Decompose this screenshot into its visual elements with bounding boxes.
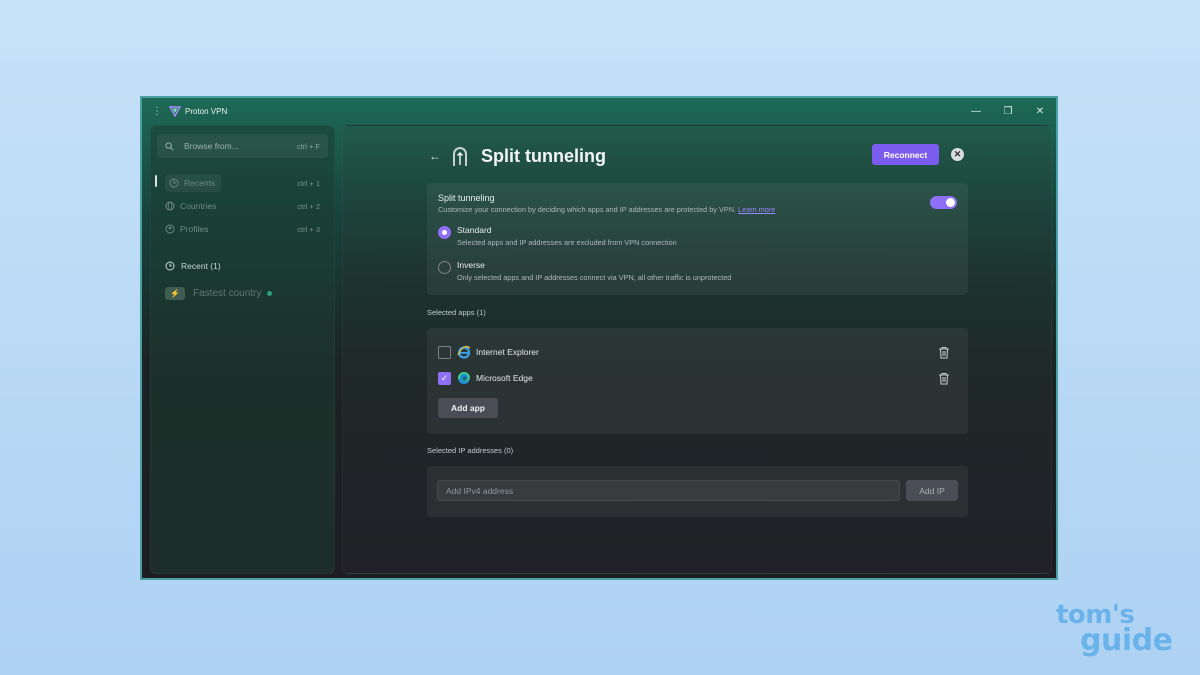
profile-icon [165, 224, 175, 234]
clock-icon [169, 178, 179, 188]
close-panel-icon[interactable]: ✕ [951, 148, 964, 161]
app-row-internet-explorer: Internet Explorer [438, 343, 958, 361]
radio-description: Only selected apps and IP addresses conn… [457, 273, 732, 282]
add-app-button[interactable]: Add app [438, 398, 498, 418]
sidebar-item-recents[interactable]: Recents ctrl + 1 [155, 172, 328, 194]
app-window: ⋮ Proton VPN — ❐ ✕ Browse from... ctrl +… [140, 96, 1058, 580]
search-placeholder: Browse from... [184, 141, 239, 151]
mode-standard[interactable]: Standard Selected apps and IP addresses … [438, 225, 677, 247]
minimize-icon[interactable]: — [960, 98, 992, 124]
history-icon [165, 261, 175, 271]
page-title: Split tunneling [481, 145, 606, 166]
selected-apps-card: Internet Explorer ✓ Microsoft Edge Add a… [427, 328, 968, 434]
description-text: Customize your connection by deciding wh… [438, 205, 736, 214]
shortcut-label: ctrl + 2 [297, 201, 320, 211]
radio-label: Standard [457, 225, 492, 235]
shortcut-label: ctrl + 3 [297, 224, 320, 234]
selected-apps-label: Selected apps (1) [427, 308, 486, 317]
add-ip-button[interactable]: Add IP [906, 480, 958, 501]
mode-inverse[interactable]: Inverse Only selected apps and IP addres… [438, 260, 731, 282]
learn-more-link[interactable]: Learn more [738, 205, 775, 214]
reconnect-button[interactable]: Reconnect [872, 144, 939, 165]
sidebar-nav: Recents ctrl + 1 Countries ctrl + 2 Prof… [151, 172, 334, 240]
restore-icon[interactable]: ❐ [992, 98, 1024, 124]
proton-logo-icon [169, 106, 181, 117]
ip-address-card: Add IP [427, 466, 968, 517]
sidebar-item-profiles[interactable]: Profiles ctrl + 3 [157, 218, 328, 240]
app-checkbox[interactable]: ✓ [438, 371, 451, 385]
sidebar: Browse from... ctrl + F Recents ctrl + 1… [150, 125, 335, 574]
inverse-radio[interactable] [438, 261, 451, 274]
recent-header-label: Recent (1) [181, 261, 221, 271]
split-tunneling-toggle[interactable] [930, 196, 957, 209]
app-row-microsoft-edge: ✓ Microsoft Edge [438, 369, 958, 387]
sidebar-item-label: Countries [180, 201, 217, 211]
fastest-country-label: Fastest country [193, 287, 262, 299]
app-checkbox[interactable] [438, 345, 451, 359]
recent-header: Recent (1) [157, 256, 328, 276]
title-bar: ⋮ Proton VPN — ❐ ✕ [142, 98, 1056, 124]
status-dot [267, 290, 273, 296]
arrow-left-icon[interactable]: ← [429, 149, 443, 163]
trash-icon[interactable] [938, 346, 950, 359]
search-input[interactable]: Browse from... ctrl + F [157, 134, 328, 158]
ip-address-input[interactable] [437, 480, 900, 501]
standard-radio[interactable] [438, 226, 451, 239]
fastest-country-item[interactable]: ⚡ Fastest country [157, 282, 328, 304]
kebab-menu-icon[interactable]: ⋮ [150, 106, 164, 117]
globe-icon [165, 201, 175, 211]
sidebar-item-countries[interactable]: Countries ctrl + 2 [157, 195, 328, 217]
split-tunneling-description: Customize your connection by deciding wh… [438, 205, 775, 214]
radio-label: Inverse [457, 260, 485, 270]
main-panel: ← Split tunneling Reconnect ✕ Split tunn… [342, 125, 1052, 574]
radio-description: Selected apps and IP addresses are exclu… [457, 238, 677, 247]
split-tunnel-icon [453, 147, 467, 166]
split-tunneling-card: Split tunneling Customize your connectio… [427, 183, 968, 295]
sidebar-item-label: Profiles [180, 224, 209, 234]
microsoft-edge-icon [458, 372, 470, 384]
app-name: Internet Explorer [476, 347, 539, 357]
watermark-line2: guide [1080, 623, 1173, 659]
search-icon [165, 141, 174, 150]
internet-explorer-icon [457, 345, 471, 359]
close-icon[interactable]: ✕ [1024, 98, 1056, 124]
trash-icon[interactable] [938, 372, 950, 385]
bolt-icon: ⚡ [165, 286, 185, 300]
search-shortcut: ctrl + F [296, 141, 320, 151]
toms-guide-watermark: tom's guide [1056, 602, 1186, 659]
toggle-knob [946, 198, 955, 207]
app-name: Microsoft Edge [476, 373, 533, 383]
split-tunneling-title: Split tunneling [438, 193, 495, 203]
selected-ip-label: Selected IP addresses (0) [427, 446, 514, 455]
shortcut-label: ctrl + 1 [297, 178, 320, 188]
sidebar-item-label: Recents [184, 178, 216, 188]
window-title: Proton VPN [185, 106, 228, 116]
